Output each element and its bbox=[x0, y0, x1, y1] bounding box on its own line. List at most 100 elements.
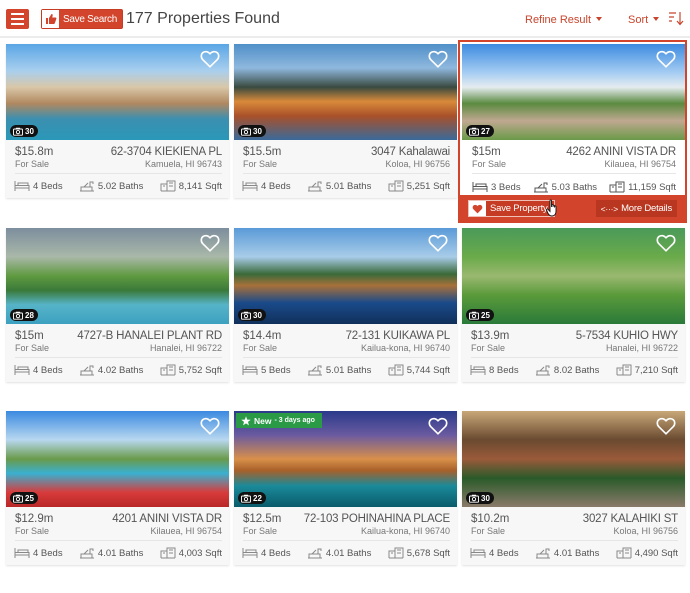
favorite-heart-icon[interactable] bbox=[428, 50, 448, 68]
sqft-stat: 5,678 Sqft bbox=[388, 547, 450, 559]
property-photo[interactable]: 30 bbox=[462, 411, 685, 507]
property-photo[interactable]: 30 bbox=[234, 228, 457, 324]
property-photo[interactable]: 25 bbox=[462, 228, 685, 324]
camera-icon bbox=[13, 311, 23, 320]
favorite-heart-icon[interactable] bbox=[200, 234, 220, 252]
property-address[interactable]: 4201 ANINI VISTA DR bbox=[112, 513, 222, 525]
beds-value: 4 Beds bbox=[33, 180, 63, 192]
hamburger-icon-bar bbox=[11, 18, 24, 20]
property-address[interactable]: 4262 ANINI VISTA DR bbox=[566, 146, 676, 158]
property-stats: 4 Beds 5.02 Baths 8,141 Sqft bbox=[14, 179, 222, 193]
property-card[interactable]: 30 $15.5m For Sale 3047 Kahalawai Koloa,… bbox=[234, 44, 457, 198]
property-price: $14.4m bbox=[243, 330, 282, 342]
property-price: $15m bbox=[472, 146, 501, 158]
new-label: New bbox=[254, 415, 272, 426]
divider bbox=[471, 540, 678, 541]
baths-value: 4.01 Baths bbox=[553, 547, 600, 559]
new-listing-badge: New - 3 days ago bbox=[236, 413, 322, 428]
bed-icon bbox=[242, 547, 258, 559]
favorite-heart-icon[interactable] bbox=[428, 234, 448, 252]
photo-count-badge: 25 bbox=[10, 492, 38, 504]
property-address[interactable]: 4727-B HANALEI PLANT RD bbox=[77, 330, 222, 342]
property-photo[interactable]: 28 bbox=[6, 228, 229, 324]
property-address[interactable]: 3027 KALAHIKI ST bbox=[583, 513, 678, 525]
property-card[interactable]: 30 $14.4m For Sale 72-131 KUIKAWA PL Kai… bbox=[234, 228, 457, 382]
property-status: For Sale bbox=[243, 526, 278, 536]
property-card[interactable]: 30 $15.8m For Sale 62-3704 KIEKIENA PL K… bbox=[6, 44, 229, 198]
more-details-button[interactable]: <···> More Details bbox=[595, 200, 677, 217]
property-card[interactable]: 30 $10.2m For Sale 3027 KALAHIKI ST Kolo… bbox=[462, 411, 685, 565]
card-action-bar: Save Property <···> More Details bbox=[460, 195, 685, 221]
property-card[interactable]: 25 $13.9m For Sale 5-7534 KUHIO HWY Hana… bbox=[462, 228, 685, 382]
beds-stat: 4 Beds bbox=[14, 364, 63, 376]
save-property-button[interactable]: Save Property bbox=[468, 200, 555, 217]
property-city: Kilauea, HI 96754 bbox=[150, 526, 222, 536]
property-status: For Sale bbox=[243, 159, 278, 169]
photo-count-badge: 30 bbox=[238, 309, 266, 321]
favorite-heart-icon[interactable] bbox=[428, 417, 448, 435]
sqft-value: 7,210 Sqft bbox=[634, 364, 678, 376]
building-icon bbox=[160, 364, 176, 376]
property-address[interactable]: 72-131 KUIKAWA PL bbox=[346, 330, 451, 342]
sqft-stat: 7,210 Sqft bbox=[616, 364, 678, 376]
property-card[interactable]: 28 $15m For Sale 4727-B HANALEI PLANT RD… bbox=[6, 228, 229, 382]
hamburger-icon-bar bbox=[11, 23, 24, 25]
property-address[interactable]: 72-103 POHINAHINA PLACE bbox=[304, 513, 450, 525]
hamburger-icon bbox=[11, 13, 24, 15]
favorite-heart-icon[interactable] bbox=[200, 417, 220, 435]
favorite-heart-icon[interactable] bbox=[656, 417, 676, 435]
photo-count: 30 bbox=[253, 126, 262, 136]
bed-icon bbox=[242, 180, 258, 192]
property-stats: 4 Beds 4.01 Baths 4,003 Sqft bbox=[14, 546, 222, 560]
favorite-heart-icon[interactable] bbox=[200, 50, 220, 68]
refine-result-dropdown[interactable]: Refine Result bbox=[525, 14, 603, 26]
property-card[interactable]: 27 $15m For Sale 4262 ANINI VISTA DR Kil… bbox=[458, 40, 687, 223]
property-photo[interactable]: 25 bbox=[6, 411, 229, 507]
photo-count: 27 bbox=[481, 126, 490, 136]
property-address[interactable]: 3047 Kahalawai bbox=[371, 146, 450, 158]
bed-icon bbox=[242, 364, 258, 376]
camera-icon bbox=[469, 127, 479, 136]
baths-value: 5.03 Baths bbox=[551, 181, 598, 193]
sort-direction-button[interactable] bbox=[668, 11, 684, 31]
property-price: $15.8m bbox=[15, 146, 54, 158]
photo-count: 25 bbox=[481, 310, 490, 320]
property-stats: 5 Beds 5.01 Baths 5,744 Sqft bbox=[242, 363, 450, 377]
baths-stat: 4.01 Baths bbox=[535, 547, 599, 559]
property-city: Kailua-kona, HI 96740 bbox=[360, 526, 450, 536]
sqft-stat: 4,490 Sqft bbox=[616, 547, 678, 559]
favorite-heart-icon[interactable] bbox=[656, 234, 676, 252]
building-icon bbox=[388, 364, 404, 376]
property-stats: 4 Beds 5.01 Baths 5,251 Sqft bbox=[242, 179, 450, 193]
top-toolbar: Save Search 177 Properties Found Refine … bbox=[0, 0, 690, 38]
property-address[interactable]: 5-7534 KUHIO HWY bbox=[576, 330, 678, 342]
property-photo[interactable]: 27 bbox=[462, 44, 685, 140]
sort-dropdown[interactable]: Sort bbox=[628, 14, 660, 26]
new-age: - 3 days ago bbox=[274, 417, 315, 424]
property-price: $12.5m bbox=[243, 513, 282, 525]
property-price: $15.5m bbox=[243, 146, 282, 158]
camera-icon bbox=[469, 311, 479, 320]
menu-button[interactable] bbox=[6, 9, 29, 29]
sqft-stat: 5,251 Sqft bbox=[388, 180, 450, 192]
beds-value: 4 Beds bbox=[261, 547, 291, 559]
save-search-button[interactable]: Save Search bbox=[41, 9, 123, 29]
star-icon bbox=[241, 415, 251, 425]
ellipsis-arrows-icon: <···> bbox=[600, 203, 619, 214]
bed-icon bbox=[14, 547, 30, 559]
property-photo[interactable]: 30 bbox=[234, 44, 457, 140]
divider bbox=[15, 173, 222, 174]
baths-value: 4.01 Baths bbox=[325, 547, 372, 559]
property-card[interactable]: 22 $12.5m For Sale 72-103 POHINAHINA PLA… bbox=[234, 411, 457, 565]
baths-stat: 4.01 Baths bbox=[79, 547, 143, 559]
beds-value: 3 Beds bbox=[491, 181, 521, 193]
divider bbox=[243, 540, 450, 541]
favorite-heart-icon[interactable] bbox=[656, 50, 676, 68]
property-price: $10.2m bbox=[471, 513, 510, 525]
baths-value: 4.01 Baths bbox=[97, 547, 144, 559]
property-photo[interactable]: 30 bbox=[6, 44, 229, 140]
property-address[interactable]: 62-3704 KIEKIENA PL bbox=[111, 146, 222, 158]
sqft-value: 4,490 Sqft bbox=[634, 547, 678, 559]
property-card[interactable]: 25 $12.9m For Sale 4201 ANINI VISTA DR K… bbox=[6, 411, 229, 565]
baths-stat: 8.02 Baths bbox=[535, 364, 599, 376]
